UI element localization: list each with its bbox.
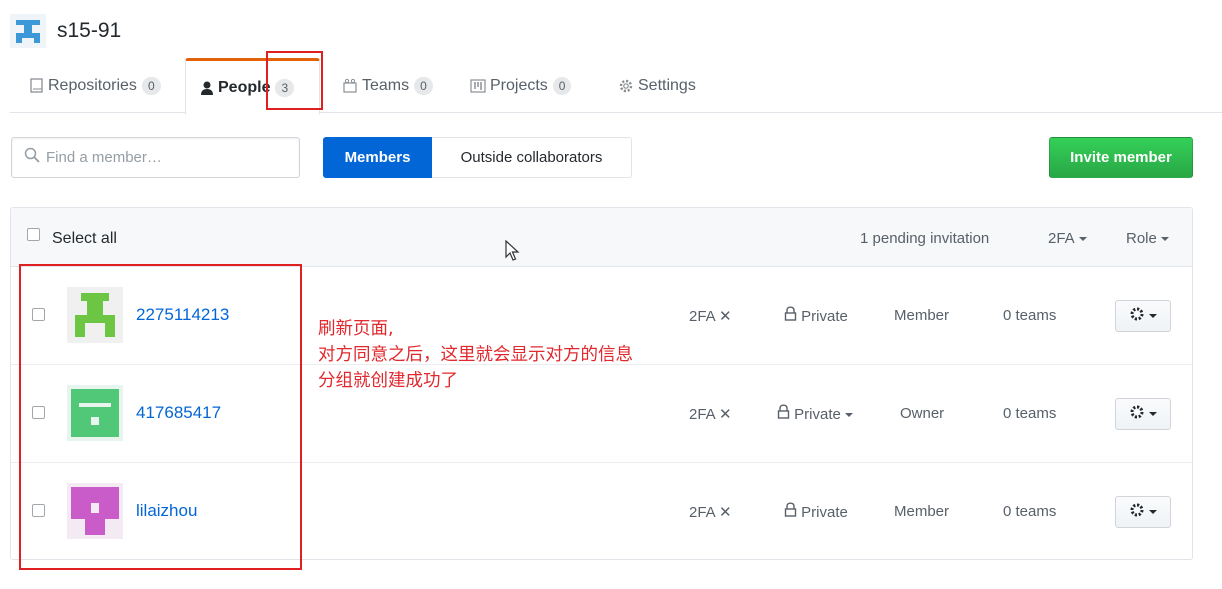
lock-icon	[777, 404, 790, 423]
x-icon: ✕	[719, 406, 732, 423]
x-icon: ✕	[719, 308, 732, 325]
twofa-status: 2FA ✕	[689, 307, 732, 325]
select-all-checkbox[interactable]	[27, 228, 40, 241]
annotation-line: 刷新页面,	[318, 319, 394, 339]
org-tabs: Repositories 0 People 3 Teams 0 Projects…	[10, 58, 1222, 115]
role-filter-label: Role	[1126, 230, 1157, 247]
gear-icon	[1129, 502, 1145, 523]
twofa-filter[interactable]: 2FA	[1048, 230, 1087, 247]
role-filter[interactable]: Role	[1126, 230, 1169, 247]
member-teams[interactable]: 0 teams	[1003, 307, 1056, 324]
annotation-line: 分组就创建成功了	[318, 371, 458, 391]
gear-icon	[618, 78, 634, 94]
member-actions-button[interactable]	[1115, 300, 1171, 332]
gear-icon	[1129, 306, 1145, 327]
tab-projects[interactable]: Projects 0	[456, 58, 585, 114]
tab-label: Settings	[638, 77, 696, 94]
members-filter-button[interactable]: Members	[323, 137, 432, 178]
twofa-status: 2FA ✕	[689, 503, 732, 521]
visibility-label: Private	[801, 308, 848, 325]
visibility-label: Private	[801, 504, 848, 521]
annotation-note: 刷新页面, 对方同意之后，这里就会显示对方的信息 分组就创建成功了	[318, 316, 633, 394]
select-all-label: Select all	[52, 230, 117, 247]
project-icon	[470, 78, 486, 94]
membership-visibility: Private	[784, 502, 848, 521]
repo-icon	[30, 78, 44, 94]
tab-teams[interactable]: Teams 0	[328, 58, 447, 114]
twofa-status-label: 2FA	[689, 406, 715, 423]
twofa-status-label: 2FA	[689, 504, 715, 521]
tab-label: Teams	[362, 77, 410, 94]
tab-label: Projects	[490, 77, 548, 94]
membership-visibility: Private	[784, 306, 848, 325]
x-icon: ✕	[719, 504, 732, 521]
member-role: Member	[894, 307, 950, 324]
member-actions-button[interactable]	[1115, 398, 1171, 430]
tab-count: 0	[414, 77, 433, 95]
twofa-status-label: 2FA	[689, 308, 715, 325]
member-type-filter: Members Outside collaborators	[323, 137, 632, 178]
invite-member-button[interactable]: Invite member	[1049, 137, 1193, 178]
person-icon	[200, 80, 214, 96]
mouse-cursor-icon	[505, 239, 521, 267]
tab-repositories[interactable]: Repositories 0	[16, 58, 175, 114]
org-name[interactable]: s15-91	[57, 19, 121, 43]
chevron-down-icon	[844, 413, 853, 418]
member-search[interactable]	[11, 137, 300, 178]
visibility-label: Private	[794, 406, 841, 423]
member-role: Member	[894, 503, 950, 520]
team-icon	[342, 78, 358, 94]
annotation-highlight-people-count	[266, 51, 323, 110]
annotation-highlight-members	[19, 264, 302, 570]
member-role: Owner	[900, 405, 945, 422]
chevron-down-icon	[1160, 237, 1169, 242]
chevron-down-icon	[1149, 412, 1157, 416]
chevron-down-icon	[1149, 510, 1157, 514]
pending-invitations-link[interactable]: 1 pending invitation	[860, 230, 989, 247]
chevron-down-icon	[1149, 314, 1157, 318]
org-avatar[interactable]	[10, 14, 46, 48]
search-input[interactable]	[46, 149, 276, 166]
lock-icon	[784, 502, 797, 521]
outside-collaborators-button[interactable]: Outside collaborators	[432, 137, 632, 178]
twofa-filter-label: 2FA	[1048, 230, 1075, 247]
search-icon	[24, 147, 40, 168]
tab-count: 0	[552, 77, 572, 95]
tab-label: Repositories	[48, 77, 137, 94]
annotation-line: 对方同意之后，这里就会显示对方的信息	[318, 345, 633, 365]
member-teams[interactable]: 0 teams	[1003, 503, 1056, 520]
tab-label: People	[218, 78, 271, 96]
table-header: Select all 1 pending invitation 2FA Role	[11, 208, 1192, 267]
member-actions-button[interactable]	[1115, 496, 1171, 528]
org-header: s15-91	[10, 14, 121, 48]
twofa-status: 2FA ✕	[689, 405, 732, 423]
membership-visibility-dropdown[interactable]: Private	[777, 404, 853, 423]
gear-icon	[1129, 404, 1145, 425]
member-teams[interactable]: 0 teams	[1003, 405, 1056, 422]
tab-count: 0	[141, 77, 161, 95]
chevron-down-icon	[1078, 237, 1087, 242]
lock-icon	[784, 306, 797, 325]
tab-settings[interactable]: Settings	[604, 58, 710, 114]
